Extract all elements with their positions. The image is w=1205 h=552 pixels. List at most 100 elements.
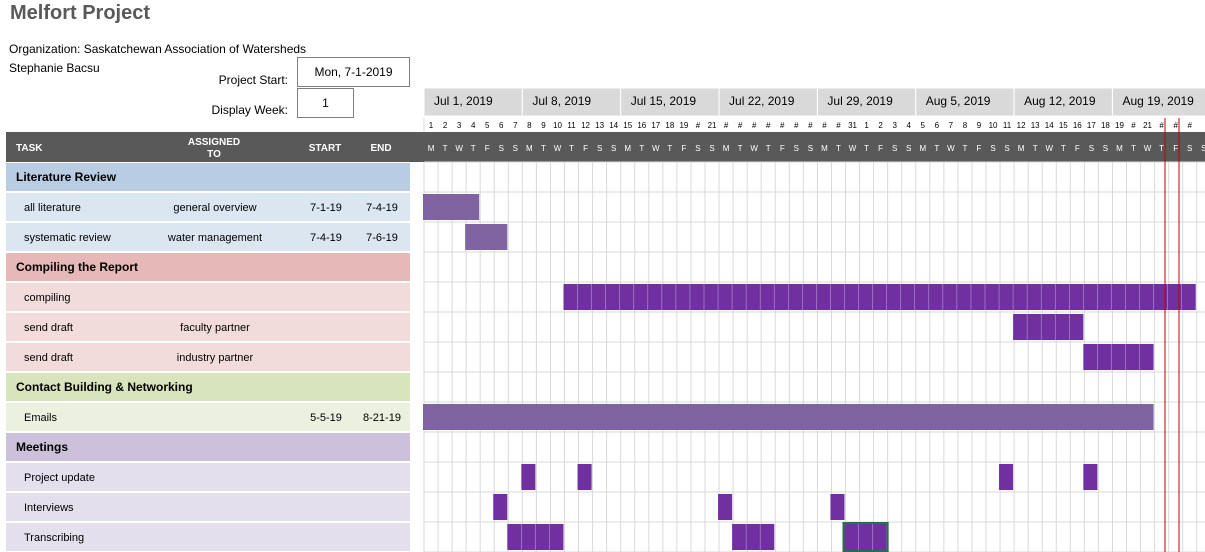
- day-number: #: [836, 121, 841, 130]
- day-number: 18: [1101, 121, 1110, 130]
- day-number: 2: [443, 121, 448, 130]
- day-letter: W: [554, 144, 562, 153]
- day-number: 16: [1073, 121, 1082, 130]
- day-letter: T: [541, 144, 546, 153]
- day-number: 6: [935, 121, 940, 130]
- task-name: all literature: [24, 202, 81, 214]
- gantt-bar[interactable]: [1083, 344, 1154, 370]
- day-letter: M: [624, 144, 631, 153]
- day-letter: T: [1033, 144, 1038, 153]
- day-letter: F: [878, 144, 883, 153]
- day-letter: T: [569, 144, 574, 153]
- day-number: 8: [527, 121, 532, 130]
- day-letter: S: [1089, 144, 1094, 153]
- day-number: #: [794, 121, 799, 130]
- day-letter: F: [485, 144, 490, 153]
- day-number: #: [1131, 121, 1136, 130]
- day-number: #: [724, 121, 729, 130]
- day-number: #: [738, 121, 743, 130]
- week-header-label: Aug 19, 2019: [1122, 94, 1194, 108]
- task-assigned: industry partner: [177, 352, 254, 364]
- task-assigned: water management: [167, 232, 262, 244]
- day-number: 13: [595, 121, 604, 130]
- gantt-bar[interactable]: [563, 284, 1196, 310]
- column-header-task: TASK: [16, 143, 43, 154]
- day-letter: T: [738, 144, 743, 153]
- gantt-bar[interactable]: [999, 464, 1014, 490]
- day-letter: F: [780, 144, 785, 153]
- day-letter: S: [499, 144, 504, 153]
- day-letter: S: [597, 144, 602, 153]
- column-header-assigned-to: TO: [207, 149, 221, 160]
- gantt-bar[interactable]: [493, 494, 508, 520]
- day-letter: M: [1116, 144, 1123, 153]
- day-letter: W: [1144, 144, 1152, 153]
- column-header-start: START: [309, 143, 342, 154]
- day-letter: S: [1201, 144, 1205, 153]
- gantt-bar[interactable]: [844, 524, 887, 550]
- task-name: send draft: [24, 322, 73, 334]
- day-letter: T: [667, 144, 672, 153]
- gantt-bar[interactable]: [521, 464, 536, 490]
- column-header-end: END: [370, 143, 391, 154]
- day-letter: S: [892, 144, 897, 153]
- day-number: 7: [513, 121, 518, 130]
- gantt-bar[interactable]: [732, 524, 775, 550]
- day-number: 12: [581, 121, 590, 130]
- day-number: 15: [623, 121, 632, 130]
- week-header-label: Jul 29, 2019: [827, 94, 893, 108]
- task-end: 7-6-19: [366, 232, 398, 244]
- day-number: 5: [485, 121, 490, 130]
- task-start: 7-1-19: [310, 202, 342, 214]
- day-number: #: [822, 121, 827, 130]
- day-letter: S: [1004, 144, 1009, 153]
- day-number: 1: [429, 121, 434, 130]
- section-title: Meetings: [16, 440, 68, 454]
- task-end: 7-4-19: [366, 202, 398, 214]
- gantt-bar[interactable]: [423, 404, 1154, 430]
- task-assigned: general overview: [173, 202, 256, 214]
- gantt-bar[interactable]: [577, 464, 592, 490]
- task-name: Transcribing: [24, 532, 84, 544]
- day-letter: S: [1187, 144, 1192, 153]
- gantt-bar[interactable]: [465, 224, 508, 250]
- day-number: 15: [1059, 121, 1068, 130]
- day-letter: T: [443, 144, 448, 153]
- week-header-label: Jul 15, 2019: [631, 94, 697, 108]
- task-assigned: faculty partner: [180, 322, 250, 334]
- column-header-assigned: ASSIGNED: [188, 137, 240, 148]
- day-letter: M: [821, 144, 828, 153]
- task-name: Emails: [24, 412, 58, 424]
- gantt-bar[interactable]: [718, 494, 733, 520]
- day-letter: T: [836, 144, 841, 153]
- gantt-bar[interactable]: [830, 494, 845, 520]
- section-title: Contact Building & Networking: [16, 380, 193, 394]
- day-letter: S: [990, 144, 995, 153]
- day-letter: M: [723, 144, 730, 153]
- day-number: 21: [708, 121, 717, 130]
- gantt-bar[interactable]: [1083, 464, 1098, 490]
- task-row[interactable]: [6, 403, 410, 431]
- gantt-bar[interactable]: [423, 194, 480, 220]
- day-letter: T: [962, 144, 967, 153]
- day-letter: T: [864, 144, 869, 153]
- gantt-bar[interactable]: [1013, 314, 1084, 340]
- day-letter: W: [455, 144, 463, 153]
- day-number: 9: [977, 121, 982, 130]
- day-number: #: [808, 121, 813, 130]
- day-letter: W: [750, 144, 758, 153]
- task-name: Interviews: [24, 502, 74, 514]
- table-header-bar: [6, 132, 1205, 162]
- day-number: 6: [499, 121, 504, 130]
- day-letter: F: [583, 144, 588, 153]
- day-letter: M: [428, 144, 435, 153]
- day-number: 9: [541, 121, 546, 130]
- task-start: 7-4-19: [310, 232, 342, 244]
- day-number: #: [780, 121, 785, 130]
- day-number: 10: [989, 121, 998, 130]
- day-number: #: [766, 121, 771, 130]
- task-name: send draft: [24, 352, 73, 364]
- day-number: 5: [921, 121, 926, 130]
- day-letter: W: [1045, 144, 1053, 153]
- day-number: 1: [864, 121, 869, 130]
